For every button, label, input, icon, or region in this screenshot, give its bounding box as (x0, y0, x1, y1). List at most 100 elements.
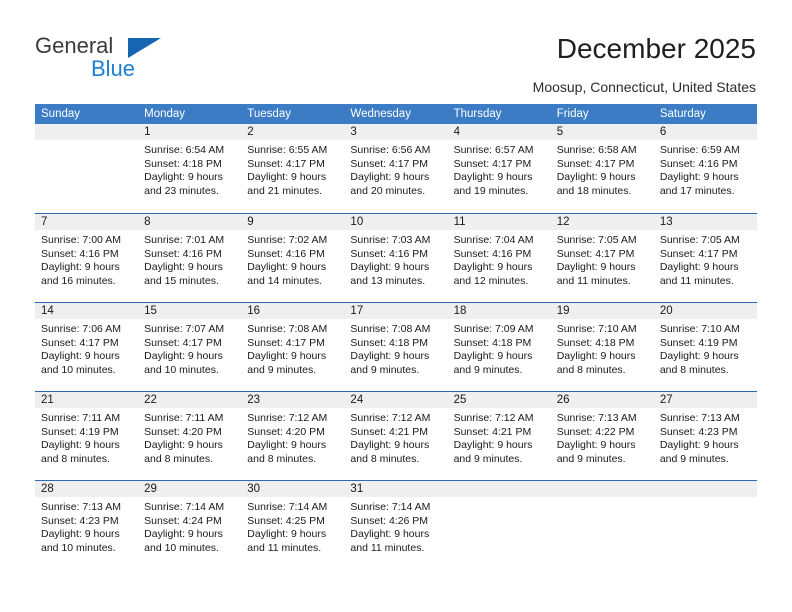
page-title: December 2025 (556, 33, 756, 64)
calendar-day-cell[interactable]: 8 Sunrise: 7:01 AM Sunset: 4:16 PM Daylight… (138, 214, 242, 302)
day-number: 11 (453, 216, 466, 228)
day-number-band (653, 481, 757, 497)
sunset-text: Sunset: 4:25 PM (247, 514, 325, 527)
daylight-text-line2: and 8 minutes. (350, 452, 420, 465)
daylight-text-line1: Daylight: 9 hours (556, 261, 636, 274)
weekday-saturday: Saturday (659, 108, 706, 120)
weekday-sunday: Sunday (41, 108, 81, 120)
daylight-text-line1: Daylight: 9 hours (659, 171, 739, 184)
sunset-text: Sunset: 4:17 PM (453, 157, 532, 170)
daylight-text-line2: and 17 minutes. (659, 184, 735, 197)
calendar-day-cell[interactable]: 12 Sunrise: 7:05 AM Sunset: 4:17 PM Dayligh… (550, 214, 654, 302)
calendar-day-cell[interactable]: 5 Sunrise: 6:58 AM Sunset: 4:17 PM Daylight… (550, 124, 654, 213)
calendar-day-cell[interactable]: 21 Sunrise: 7:11 AM Sunset: 4:19 PM Dayligh… (35, 392, 139, 480)
calendar-week-row: 14 Sunrise: 7:06 AM Sunset: 4:17 PM Dayligh… (35, 302, 757, 391)
calendar-day-cell[interactable]: 7 Sunrise: 7:00 AM Sunset: 4:16 PM Daylight… (35, 214, 139, 302)
daylight-text-line2: and 19 minutes. (453, 184, 529, 197)
calendar-day-cell[interactable]: 14 Sunrise: 7:06 AM Sunset: 4:17 PM Dayligh… (35, 303, 139, 391)
sunrise-text: Sunrise: 7:04 AM (453, 234, 534, 246)
sunrise-text: Sunrise: 7:09 AM (453, 323, 534, 335)
calendar-day-cell[interactable]: 13 Sunrise: 7:05 AM Sunset: 4:17 PM Dayligh… (653, 214, 757, 302)
calendar-day-cell[interactable]: 25 Sunrise: 7:12 AM Sunset: 4:21 PM Dayligh… (447, 392, 551, 480)
weekday-monday: Monday (144, 108, 186, 120)
calendar-day-cell[interactable]: 18 Sunrise: 7:09 AM Sunset: 4:18 PM Dayligh… (447, 303, 551, 391)
calendar-day-cell[interactable]: 10 Sunrise: 7:03 AM Sunset: 4:16 PM Dayligh… (344, 214, 448, 302)
calendar-day-cell[interactable]: 24 Sunrise: 7:12 AM Sunset: 4:21 PM Dayligh… (344, 392, 448, 480)
generalblue-logo[interactable]: General Blue (35, 33, 235, 89)
logo-triangle-icon (128, 38, 161, 58)
sunrise-text: Sunrise: 7:12 AM (453, 412, 534, 424)
daylight-text-line1: Daylight: 9 hours (556, 171, 636, 184)
daylight-text-line1: Daylight: 9 hours (144, 171, 223, 184)
day-number: 1 (144, 126, 151, 138)
sunrise-text: Sunrise: 7:07 AM (144, 323, 225, 335)
day-number-band: 3 (344, 124, 448, 140)
daylight-text-line2: and 13 minutes. (350, 274, 426, 287)
sunset-text: Sunset: 4:17 PM (247, 336, 325, 349)
calendar-table: Sunday Monday Tuesday Wednesday Thursday… (35, 104, 757, 569)
calendar-week-row: 28 Sunrise: 7:13 AM Sunset: 4:23 PM Dayligh… (35, 480, 757, 569)
day-number-band (447, 481, 551, 497)
day-sun-info: Sunrise: 7:04 AM Sunset: 4:16 PM Daylight:… (448, 230, 551, 288)
calendar-day-cell[interactable]: 15 Sunrise: 7:07 AM Sunset: 4:17 PM Dayligh… (138, 303, 242, 391)
day-number: 25 (453, 394, 467, 406)
sunset-text: Sunset: 4:17 PM (247, 157, 325, 170)
calendar-day-cell[interactable]: 31 Sunrise: 7:14 AM Sunset: 4:26 PM Dayligh… (344, 481, 448, 569)
daylight-text-line1: Daylight: 9 hours (453, 261, 533, 274)
calendar-day-cell[interactable]: 28 Sunrise: 7:13 AM Sunset: 4:23 PM Dayligh… (35, 481, 139, 569)
calendar-day-cell[interactable]: 9 Sunrise: 7:02 AM Sunset: 4:16 PM Daylight… (241, 214, 345, 302)
calendar-day-cell[interactable]: 1 Sunrise: 6:54 AM Sunset: 4:18 PM Daylight… (138, 124, 242, 213)
calendar-day-cell[interactable]: 26 Sunrise: 7:13 AM Sunset: 4:22 PM Dayligh… (550, 392, 654, 480)
day-number: 16 (247, 305, 261, 317)
sunrise-text: Sunrise: 7:13 AM (41, 501, 121, 513)
daylight-text-line1: Daylight: 9 hours (453, 439, 533, 452)
day-sun-info: Sunrise: 7:06 AM Sunset: 4:17 PM Daylight:… (35, 319, 138, 377)
calendar-day-cell[interactable]: 22 Sunrise: 7:11 AM Sunset: 4:20 PM Dayligh… (138, 392, 242, 480)
day-number-band: 17 (344, 303, 448, 319)
calendar-day-cell[interactable]: 4 Sunrise: 6:57 AM Sunset: 4:17 PM Daylight… (447, 124, 551, 213)
calendar-day-cell[interactable]: 20 Sunrise: 7:10 AM Sunset: 4:19 PM Dayligh… (653, 303, 757, 391)
page-location: Moosup, Connecticut, United States (532, 79, 756, 95)
day-sun-info: Sunrise: 7:14 AM Sunset: 4:24 PM Daylight:… (138, 497, 241, 555)
day-number: 5 (556, 126, 564, 138)
sunrise-text: Sunrise: 7:12 AM (350, 412, 431, 424)
sunrise-text: Sunrise: 7:03 AM (350, 234, 431, 246)
day-number-band: 23 (241, 392, 345, 408)
daylight-text-line1: Daylight: 9 hours (41, 439, 120, 452)
daylight-text-line2: and 16 minutes. (41, 274, 116, 287)
daylight-text-line1: Daylight: 9 hours (41, 528, 120, 541)
day-number-band: 16 (241, 303, 345, 319)
daylight-text-line2: and 9 minutes. (556, 452, 626, 465)
calendar-day-cell[interactable]: 23 Sunrise: 7:12 AM Sunset: 4:20 PM Dayligh… (241, 392, 345, 480)
day-sun-info: Sunrise: 6:58 AM Sunset: 4:17 PM Daylight:… (551, 140, 654, 198)
sunset-text: Sunset: 4:16 PM (453, 247, 532, 260)
calendar-day-cell[interactable]: 29 Sunrise: 7:14 AM Sunset: 4:24 PM Dayligh… (138, 481, 242, 569)
weekday-friday: Friday (556, 108, 589, 120)
calendar-day-cell[interactable]: 30 Sunrise: 7:14 AM Sunset: 4:25 PM Dayligh… (241, 481, 345, 569)
calendar-day-cell[interactable]: 11 Sunrise: 7:04 AM Sunset: 4:16 PM Dayligh… (447, 214, 551, 302)
weekday-wednesday: Wednesday (350, 108, 411, 120)
daylight-text-line1: Daylight: 9 hours (247, 261, 327, 274)
sunrise-text: Sunrise: 7:06 AM (41, 323, 121, 335)
calendar-day-cell[interactable]: 19 Sunrise: 7:10 AM Sunset: 4:18 PM Dayligh… (550, 303, 654, 391)
day-sun-info: Sunrise: 7:11 AM Sunset: 4:19 PM Daylight:… (35, 408, 138, 466)
daylight-text-line1: Daylight: 9 hours (41, 350, 120, 363)
sunrise-text: Sunrise: 7:08 AM (350, 323, 431, 335)
day-sun-info: Sunrise: 7:09 AM Sunset: 4:18 PM Daylight:… (448, 319, 551, 377)
daylight-text-line1: Daylight: 9 hours (659, 350, 739, 363)
calendar-day-cell[interactable]: 2 Sunrise: 6:55 AM Sunset: 4:17 PM Daylight… (241, 124, 345, 213)
day-number-band: 24 (344, 392, 448, 408)
day-number: 10 (350, 216, 364, 228)
calendar-day-cell[interactable]: 27 Sunrise: 7:13 AM Sunset: 4:23 PM Dayligh… (653, 392, 757, 480)
sunset-text: Sunset: 4:17 PM (350, 157, 429, 170)
sunset-text: Sunset: 4:21 PM (350, 425, 429, 438)
day-number: 15 (144, 305, 157, 317)
calendar-day-cell[interactable]: 16 Sunrise: 7:08 AM Sunset: 4:17 PM Dayligh… (241, 303, 345, 391)
calendar-day-cell[interactable]: 3 Sunrise: 6:56 AM Sunset: 4:17 PM Daylight… (344, 124, 448, 213)
calendar-day-cell[interactable]: 17 Sunrise: 7:08 AM Sunset: 4:18 PM Dayligh… (344, 303, 448, 391)
sunrise-text: Sunrise: 7:00 AM (41, 234, 121, 246)
day-sun-info: Sunrise: 7:08 AM Sunset: 4:17 PM Daylight:… (241, 319, 344, 377)
calendar-day-cell[interactable]: 6 Sunrise: 6:59 AM Sunset: 4:16 PM Daylight… (653, 124, 757, 213)
day-sun-info: Sunrise: 7:03 AM Sunset: 4:16 PM Daylight:… (344, 230, 447, 288)
daylight-text-line1: Daylight: 9 hours (350, 171, 430, 184)
